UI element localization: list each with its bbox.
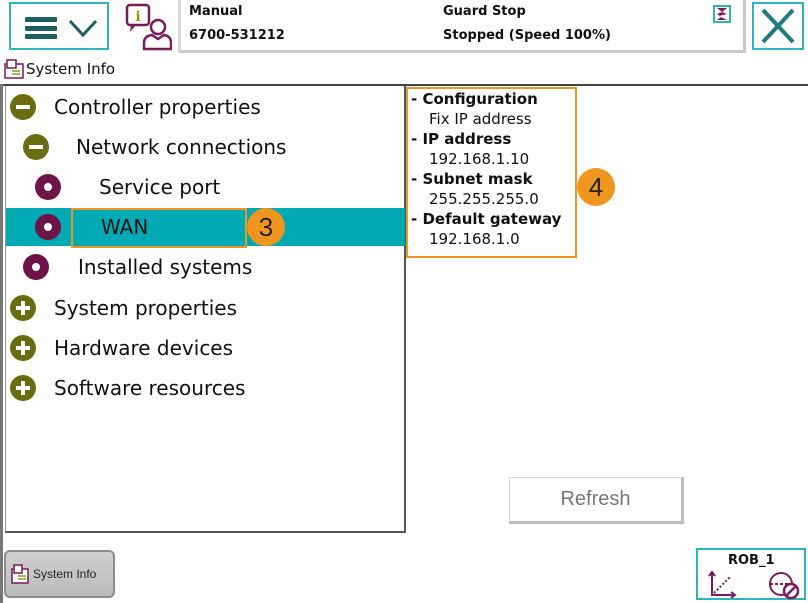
leaf-icon <box>35 174 61 200</box>
tree-node-installed-systems[interactable]: Installed systems <box>6 248 405 286</box>
tree-node-network-connections[interactable]: Network connections <box>6 128 405 166</box>
expand-icon <box>10 295 36 321</box>
detail-value: 192.168.1.10 <box>429 150 530 168</box>
collapse-icon <box>23 134 49 160</box>
leaf-icon <box>23 254 49 280</box>
detail-header: - Configuration <box>411 90 538 108</box>
page-title-label: System Info <box>26 60 116 78</box>
expand-icon <box>10 375 36 401</box>
tree-node-hardware-devices[interactable]: Hardware devices <box>6 329 405 367</box>
taskbar-label: System Info <box>33 567 97 581</box>
mechanical-unit-label: ROB_1 <box>728 553 775 568</box>
speed-status: Stopped (Speed 100%) <box>443 28 611 43</box>
close-x-icon <box>761 8 795 44</box>
details-panel: - Configuration Fix IP address - IP addr… <box>406 87 577 258</box>
detail-value: Fix IP address <box>429 110 532 128</box>
page-title: System Info <box>4 58 115 80</box>
tree-node-software-resources[interactable]: Software resources <box>6 369 405 407</box>
system-info-icon <box>11 564 29 584</box>
refresh-button[interactable]: Refresh <box>509 477 684 524</box>
system-info-icon <box>4 59 24 79</box>
status-bar[interactable]: Manual 6700-531212 Guard Stop Stopped (S… <box>178 0 746 53</box>
task-status-icon <box>713 5 731 23</box>
controller-id: 6700-531212 <box>189 28 285 43</box>
operating-mode: Manual <box>189 4 243 19</box>
incremental-off-icon <box>769 572 800 600</box>
tree-node-service-port[interactable]: Service port <box>6 168 405 206</box>
chevron-down-icon <box>68 19 98 38</box>
system-info-tree: Controller properties Network connection… <box>5 86 406 533</box>
tree-node-controller-properties[interactable]: Controller properties <box>6 88 405 126</box>
main-menu-button[interactable] <box>9 2 109 50</box>
expand-icon <box>10 335 36 361</box>
close-button[interactable] <box>752 2 804 50</box>
detail-header: - Subnet mask <box>411 170 533 188</box>
collapse-icon <box>10 94 36 120</box>
callout-box-3 <box>71 208 247 248</box>
detail-value: 192.168.1.0 <box>429 230 520 248</box>
left-edge <box>0 84 3 603</box>
leaf-icon <box>35 214 61 240</box>
detail-value: 255.255.255.0 <box>429 190 539 208</box>
coordinate-system-icon <box>708 570 737 598</box>
callout-badge-3: 3 <box>247 208 285 246</box>
hamburger-menu-icon <box>25 17 57 39</box>
tree-node-system-properties[interactable]: System properties <box>6 289 405 327</box>
info-user-icon[interactable]: i <box>124 3 172 51</box>
svg-text:i: i <box>135 9 140 25</box>
taskbar-system-info-button[interactable]: System Info <box>4 550 115 598</box>
controller-state: Guard Stop <box>443 4 526 19</box>
detail-header: - IP address <box>411 130 512 148</box>
detail-header: - Default gateway <box>411 210 562 228</box>
callout-badge-4: 4 <box>577 168 615 206</box>
quickset-button[interactable]: ROB_1 <box>696 548 806 600</box>
